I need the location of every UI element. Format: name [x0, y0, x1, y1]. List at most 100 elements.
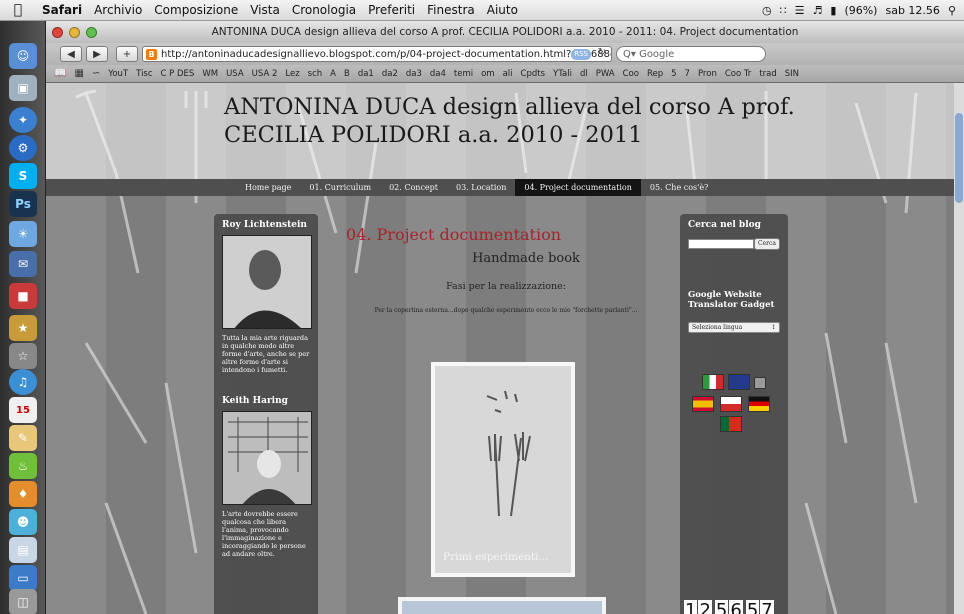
app-icon-orange[interactable]: ♦ — [9, 481, 37, 507]
bookmark-item[interactable]: trad — [759, 69, 776, 79]
address-bar[interactable]: B http://antoninaducadesignallievo.blogs… — [142, 46, 612, 62]
bookmark-item[interactable]: om — [481, 69, 494, 79]
mac-menubar:  Safari Archivio Composizione Vista Cro… — [0, 0, 964, 21]
folder-icon[interactable]: ▭ — [9, 565, 37, 591]
menu-aiuto[interactable]: Aiuto — [481, 3, 524, 17]
document-icon[interactable]: ▤ — [9, 537, 37, 563]
bookmark-item[interactable]: Cpdts — [521, 69, 546, 79]
nav-tab-curriculum[interactable]: 01. Curriculum — [300, 179, 380, 196]
language-select[interactable]: Seleziona lingua ↕ — [688, 322, 780, 333]
time-machine-icon[interactable]: ◷ — [762, 4, 772, 17]
lichtenstein-photo — [222, 235, 312, 329]
bookmark-item[interactable]: A — [330, 69, 336, 79]
safari-icon[interactable]: ✦ — [9, 107, 37, 133]
bluetooth-icon[interactable]: ∷ — [780, 4, 787, 17]
bookmark-item[interactable]: WM — [202, 69, 218, 79]
bookmark-item[interactable]: SIN — [785, 69, 799, 79]
scrollbar-thumb[interactable] — [955, 113, 963, 203]
skype-icon[interactable]: S — [9, 163, 37, 189]
nav-tab-concept[interactable]: 02. Concept — [380, 179, 447, 196]
ical-icon[interactable]: 15 — [9, 397, 37, 423]
nav-tab-project-documentation[interactable]: 04. Project documentation — [515, 179, 641, 196]
back-button[interactable]: ◀ — [60, 46, 82, 62]
bookmark-item[interactable]: C P DES — [161, 69, 195, 79]
mail-icon[interactable]: ✉ — [9, 251, 37, 277]
reload-icon[interactable]: ↻ — [598, 47, 606, 58]
bookmark-item[interactable]: Coo — [623, 69, 639, 79]
menu-archivio[interactable]: Archivio — [88, 3, 148, 17]
bookmark-item[interactable]: Pron — [698, 69, 717, 79]
bookmark-item[interactable]: USA 2 — [252, 69, 278, 79]
apple-menu-icon[interactable]:  — [0, 2, 36, 18]
users-icon[interactable]: ☻ — [9, 509, 37, 535]
bookmark-item[interactable]: Tisc — [136, 69, 152, 79]
bookmark-item[interactable]: YTali — [553, 69, 572, 79]
flag-italy-icon[interactable] — [702, 374, 724, 390]
blog-search-button[interactable]: Cerca — [754, 238, 780, 250]
bookmark-item[interactable]: da1 — [358, 69, 374, 79]
bookmark-item[interactable]: B — [344, 69, 350, 79]
app-icon-red[interactable]: ■ — [9, 283, 37, 309]
app-icon-green[interactable]: ♨ — [9, 453, 37, 479]
flag-portugal-icon[interactable] — [720, 416, 742, 432]
preview-icon[interactable]: ▣ — [9, 75, 37, 101]
chevron-down-icon: ↕ — [770, 324, 776, 331]
bookmark-item[interactable]: sch — [308, 69, 323, 79]
finder-icon[interactable]: ☺ — [9, 43, 37, 69]
menu-safari[interactable]: Safari — [36, 3, 88, 17]
bookmark-item[interactable]: PWA — [596, 69, 615, 79]
nav-tab-che-cose[interactable]: 05. Che cos'è? — [641, 179, 717, 196]
battery-icon[interactable]: ▮ — [830, 4, 836, 17]
flag-uk-icon[interactable] — [728, 374, 750, 390]
spotlight-icon[interactable]: ⚲ — [948, 4, 956, 17]
bookmark-item[interactable]: USA — [226, 69, 244, 79]
page-scrollbar[interactable] — [954, 83, 964, 614]
bookmark-item[interactable]: 7 — [685, 69, 690, 79]
bookmark-item[interactable]: 5 — [671, 69, 676, 79]
forward-button[interactable]: ▶ — [86, 46, 108, 62]
bookmark-item[interactable]: da2 — [382, 69, 398, 79]
bookmark-item[interactable]: temi — [454, 69, 473, 79]
bookmark-item[interactable]: YouT — [108, 69, 128, 79]
bookmark-item[interactable]: Rep — [647, 69, 663, 79]
itunes-icon[interactable]: ♫ — [9, 369, 37, 395]
site-title[interactable]: ANTONINA DUCA design allieva del corso A… — [224, 93, 844, 149]
nav-tab-home[interactable]: Home page — [236, 179, 300, 196]
flag-poland-icon[interactable] — [720, 396, 742, 412]
menu-preferiti[interactable]: Preferiti — [362, 3, 421, 17]
flag-spain-icon[interactable] — [692, 396, 714, 412]
blog-search-input[interactable] — [688, 239, 754, 249]
bookmark-item[interactable]: ali — [503, 69, 513, 79]
post-photo-card[interactable]: Primi esperimenti... — [431, 362, 575, 577]
add-bookmark-button[interactable]: + — [116, 46, 138, 62]
trash-icon[interactable]: ◫ — [9, 589, 37, 614]
safari-toolbar: ◀ ▶ + B http://antoninaducadesignallievo… — [46, 43, 964, 65]
bookmark-item[interactable]: da3 — [406, 69, 422, 79]
wifi-icon[interactable]: ☰ — [795, 4, 805, 17]
photo-booth-icon[interactable]: ☆ — [9, 343, 37, 369]
google-search-field[interactable]: Q▾ Google — [616, 46, 766, 62]
bookmark-item[interactable]: Lez — [285, 69, 299, 79]
photoshop-icon[interactable]: Ps — [9, 191, 37, 217]
nav-tab-location[interactable]: 03. Location — [447, 179, 515, 196]
system-prefs-icon[interactable]: ⚙ — [9, 135, 37, 161]
flag-germany-icon[interactable] — [748, 396, 770, 412]
bookmark-item[interactable]: dl — [580, 69, 588, 79]
bookmark-item[interactable]: da4 — [430, 69, 446, 79]
post-photo-card-2[interactable] — [398, 597, 606, 614]
show-bookmarks-icon[interactable]: 📖 — [54, 68, 66, 79]
volume-icon[interactable]: ♬ — [813, 4, 823, 17]
rss-icon[interactable]: RSS — [571, 49, 591, 60]
flag-placeholder-icon[interactable] — [754, 377, 766, 389]
menu-cronologia[interactable]: Cronologia — [286, 3, 362, 17]
menu-vista[interactable]: Vista — [244, 3, 286, 17]
menu-composizione[interactable]: Composizione — [148, 3, 244, 17]
menu-finestra[interactable]: Finestra — [421, 3, 481, 17]
top-sites-icon[interactable]: ▦ — [74, 68, 83, 79]
notes-icon[interactable]: ✎ — [9, 425, 37, 451]
widget-icon[interactable]: ☀ — [9, 221, 37, 247]
menubar-clock[interactable]: sab 12.56 — [885, 4, 939, 17]
bookmark-item[interactable]: Coo Tr — [725, 69, 751, 79]
rss-bookmark-icon[interactable]: ∽ — [92, 68, 100, 79]
iphoto-icon[interactable]: ★ — [9, 315, 37, 341]
